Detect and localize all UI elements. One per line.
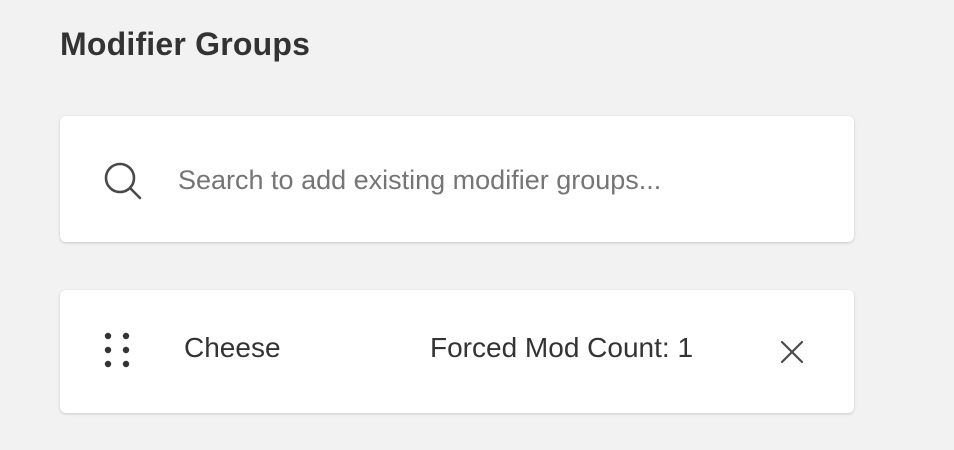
forced-mod-count: Forced Mod Count: 1 [430,332,694,363]
section-title: Modifier Groups [60,26,311,62]
remove-modifier-group-button[interactable] [772,332,812,372]
search-input[interactable] [178,156,818,204]
modifier-group-name: Cheese [184,332,281,363]
close-icon [780,340,804,364]
search-icon [102,160,142,200]
drag-handle-icon[interactable] [100,328,136,372]
